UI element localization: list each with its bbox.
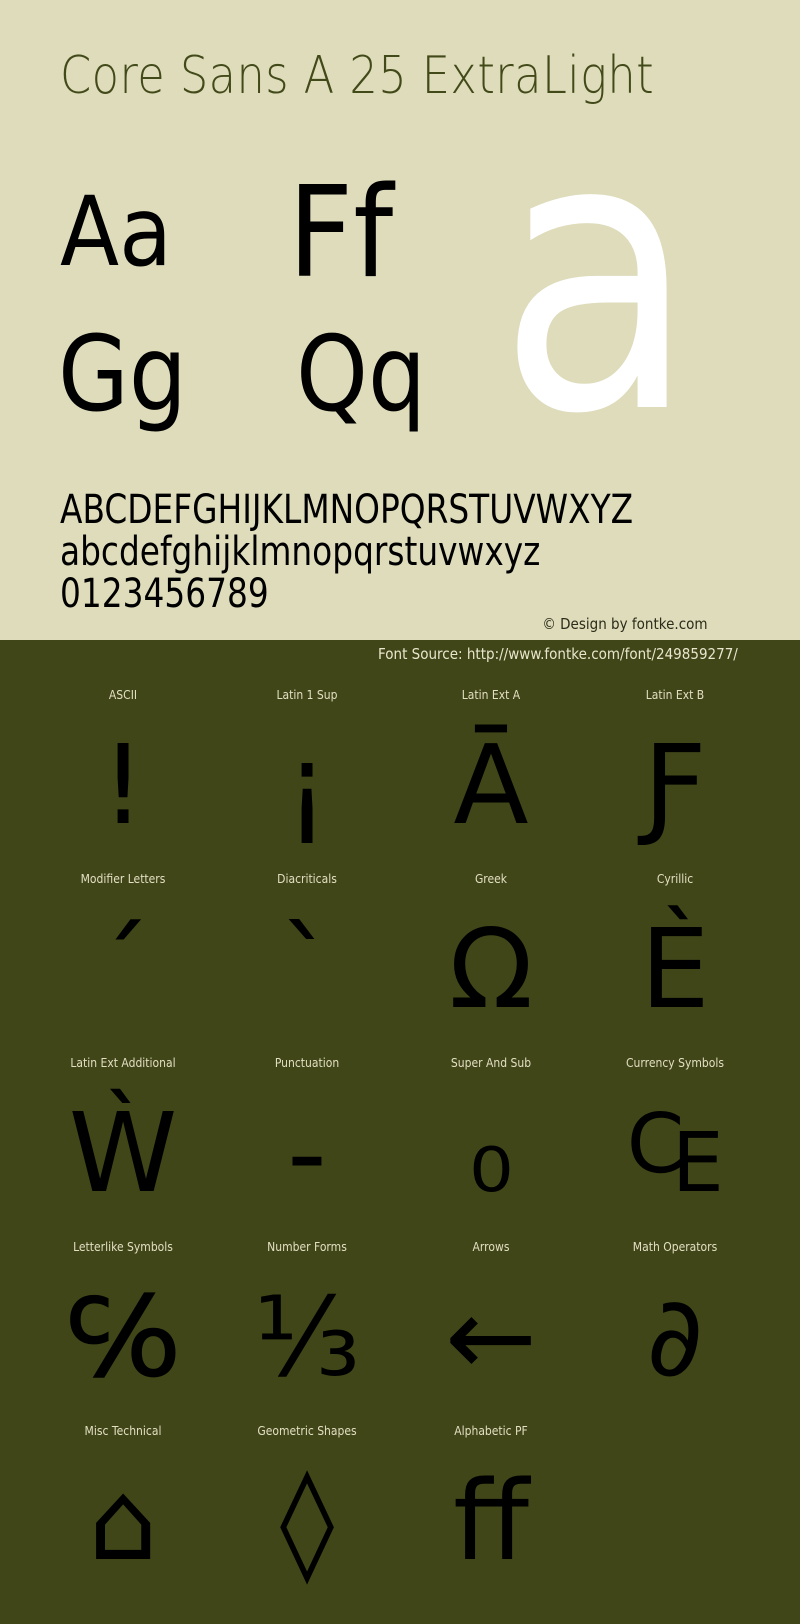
block-sample-glyph: ¡	[284, 721, 330, 849]
block-sample-glyph: ˊ	[95, 905, 151, 1033]
specimen-pair-aa: Aa	[60, 176, 173, 288]
unicode-block-cell: Latin Ext Additional Ẁ	[31, 1048, 215, 1232]
block-label: Punctuation	[274, 1056, 340, 1070]
block-label: Misc Technical	[84, 1424, 162, 1438]
design-credit: © Design by fontke.com	[542, 615, 708, 633]
block-sample-glyph: Ƒ	[643, 721, 707, 849]
unicode-block-cell: Math Operators ∂	[583, 1232, 767, 1416]
block-label: Currency Symbols	[626, 1056, 724, 1070]
unicode-block-cell: Currency Symbols ₠	[583, 1048, 767, 1232]
block-sample-glyph: ⅓	[253, 1273, 361, 1401]
unicode-block-cell: Punctuation ‐	[215, 1048, 399, 1232]
large-specimen-glyph: a	[498, 54, 696, 497]
block-label: Geometric Shapes	[257, 1424, 357, 1438]
unicode-block-cell: Number Forms ⅓	[215, 1232, 399, 1416]
block-label: Alphabetic PF	[454, 1424, 528, 1438]
block-sample-glyph: ˋ	[279, 905, 335, 1033]
unicode-block-cell: Latin 1 Sup ¡	[215, 680, 399, 864]
unicode-block-cell: Diacriticals ˋ	[215, 864, 399, 1048]
block-label: Cyrillic	[656, 872, 694, 886]
block-sample-glyph: ←	[444, 1273, 538, 1401]
unicode-block-cell: Super And Sub ₀	[399, 1048, 583, 1232]
block-sample-glyph: Ẁ	[68, 1089, 178, 1217]
block-label: Diacriticals	[277, 872, 337, 886]
unicode-block-cell: Misc Technical ⌂	[31, 1416, 215, 1600]
block-label: Greek	[474, 872, 508, 886]
specimen-pair-ff: Ff	[288, 159, 394, 306]
block-label: Super And Sub	[450, 1056, 532, 1070]
digits: 0123456789	[60, 571, 269, 617]
block-sample-glyph: ﬀ	[453, 1457, 529, 1585]
block-label: Math Operators	[632, 1240, 718, 1254]
unicode-block-cell: Modifier Letters ˊ	[31, 864, 215, 1048]
unicode-block-cell: Latin Ext A Ā	[399, 680, 583, 864]
block-label: Latin Ext A	[461, 688, 521, 702]
block-sample-glyph: ∂	[646, 1273, 704, 1401]
block-sample-glyph: Ā	[453, 721, 529, 849]
block-sample-glyph: ₠	[626, 1089, 724, 1217]
block-label: ASCII	[108, 688, 138, 702]
block-sample-glyph: ‐	[287, 1089, 327, 1217]
font-source-link[interactable]: Font Source: http://www.fontke.com/font/…	[378, 645, 738, 663]
unicode-block-cell: Alphabetic PF ﬀ	[399, 1416, 583, 1600]
unicode-block-cell: Geometric Shapes ◊	[215, 1416, 399, 1600]
block-sample-glyph: ⌂	[88, 1457, 158, 1585]
block-label: Latin 1 Sup	[276, 688, 338, 702]
block-label: Letterlike Symbols	[73, 1240, 173, 1254]
unicode-block-cell: Greek Ω	[399, 864, 583, 1048]
block-sample-glyph: !	[100, 721, 146, 849]
block-label: Latin Ext Additional	[70, 1056, 176, 1070]
block-sample-glyph: ◊	[279, 1457, 335, 1585]
specimen-panel: Core Sans A 25 ExtraLight Aa Ff Gg Qq a …	[0, 0, 800, 640]
specimen-pair-gg: Gg	[58, 313, 188, 435]
unicode-block-cell: Arrows ←	[399, 1232, 583, 1416]
block-label: Arrows	[472, 1240, 510, 1254]
uppercase-alphabet: ABCDEFGHIJKLMNOPQRSTUVWXYZ	[60, 487, 634, 533]
block-label: Latin Ext B	[645, 688, 705, 702]
lowercase-alphabet: abcdefghijklmnopqrstuvwxyz	[60, 529, 541, 575]
block-sample-glyph: ₀	[468, 1089, 514, 1217]
block-label: Modifier Letters	[80, 872, 166, 886]
unicode-block-cell: Cyrillic Ѐ	[583, 864, 767, 1048]
unicode-block-cell: ASCII!	[31, 680, 215, 864]
unicode-block-cell: Latin Ext B Ƒ	[583, 680, 767, 864]
block-sample-glyph: Ω	[448, 905, 534, 1033]
block-sample-glyph: ℅	[66, 1273, 180, 1401]
specimen-pair-qq: Qq	[296, 313, 427, 435]
block-label: Number Forms	[267, 1240, 347, 1254]
block-sample-glyph: Ѐ	[640, 905, 710, 1033]
unicode-block-cell: Letterlike Symbols ℅	[31, 1232, 215, 1416]
